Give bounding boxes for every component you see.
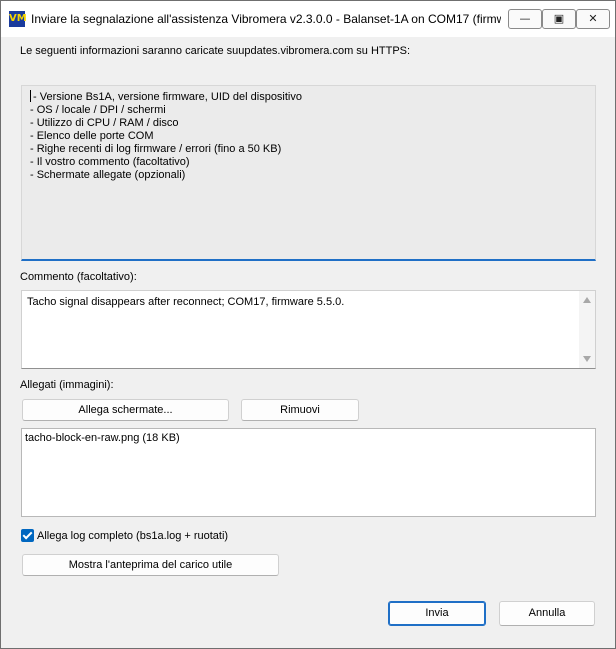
attachments-list[interactable]: tacho-block-en-raw.png (18 KB) xyxy=(21,428,596,517)
close-button[interactable]: ✕ xyxy=(576,9,610,29)
preview-payload-button[interactable]: Mostra l'anteprima del carico utile xyxy=(22,554,279,576)
send-button[interactable]: Invia xyxy=(388,601,486,626)
maximize-button[interactable]: ▣ xyxy=(542,9,576,29)
title-bar[interactable]: VM Inviare la segnalazione all'assistenz… xyxy=(1,1,615,37)
info-line: - Versione Bs1A, versione firmware, UID … xyxy=(30,90,595,104)
scroll-down-arrow-icon[interactable] xyxy=(583,356,591,362)
remove-button[interactable]: Rimuovi xyxy=(241,399,359,421)
dialog-window: VM Inviare la segnalazione all'assistenz… xyxy=(0,0,616,649)
minimize-button[interactable]: — xyxy=(508,9,542,29)
list-item[interactable]: tacho-block-en-raw.png (18 KB) xyxy=(25,432,180,444)
scroll-up-arrow-icon[interactable] xyxy=(583,297,591,303)
full-log-checkbox[interactable] xyxy=(21,529,34,542)
info-line: - Schermate allegate (opzionali) xyxy=(30,169,186,181)
attachments-label: Allegati (immagini): xyxy=(20,379,114,391)
comment-text: Tacho signal disappears after reconnect;… xyxy=(27,296,345,308)
vibromera-logo-icon: VM xyxy=(9,11,27,27)
info-line: - Righe recenti di log firmware / errori… xyxy=(30,143,282,155)
comment-label: Commento (facoltativo): xyxy=(20,271,137,283)
cancel-button[interactable]: Annulla xyxy=(499,601,595,626)
checkmark-icon xyxy=(22,529,33,540)
comment-textarea[interactable]: Tacho signal disappears after reconnect;… xyxy=(21,290,596,369)
full-log-label[interactable]: Allega log completo (bs1a.log + ruotati) xyxy=(37,530,228,542)
window-title: Inviare la segnalazione all'assistenza V… xyxy=(31,12,501,26)
info-line: - Il vostro commento (facoltativo) xyxy=(30,156,190,168)
comment-scrollbar[interactable] xyxy=(579,291,595,368)
info-line: - OS / locale / DPI / schermi xyxy=(30,104,166,116)
intro-text: Le seguenti informazioni saranno caricat… xyxy=(20,45,411,57)
info-panel[interactable]: - Versione Bs1A, versione firmware, UID … xyxy=(21,85,596,261)
info-line: - Utilizzo di CPU / RAM / disco xyxy=(30,117,179,129)
info-line: - Elenco delle porte COM xyxy=(30,130,154,142)
attach-screenshots-button[interactable]: Allega schermate... xyxy=(22,399,229,421)
text-caret xyxy=(30,90,31,102)
